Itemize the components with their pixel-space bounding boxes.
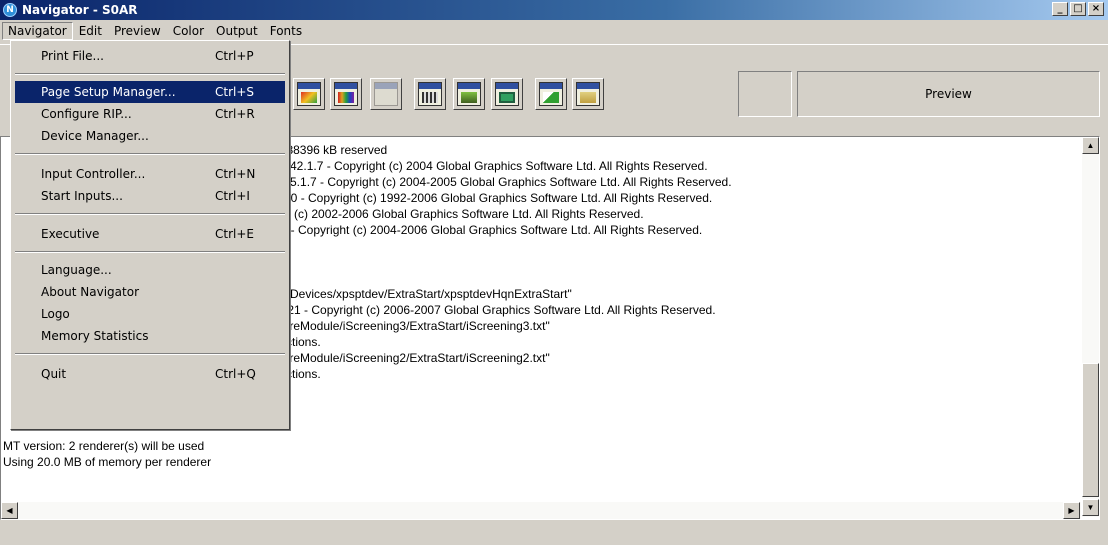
toolbar-button-7[interactable] (491, 78, 523, 110)
log-line: CoreModule/iScreening3/ExtraStart/iScree… (274, 319, 550, 333)
layers-icon (457, 82, 481, 106)
menu-item-device-manager[interactable]: Device Manager... (15, 125, 285, 147)
print-queue-icon (576, 82, 600, 106)
menu-separator (15, 213, 285, 215)
menu-item-label: Executive (41, 227, 100, 241)
log-line: 1.10 - Copyright (c) 1992-2006 Global Gr… (274, 191, 713, 205)
menu-item-label: Configure RIP... (41, 107, 132, 121)
status-box (738, 71, 792, 117)
horizontal-scrollbar[interactable]: ◀ ▶ (1, 502, 1081, 519)
menu-item-print-file[interactable]: Print File... Ctrl+P (15, 45, 285, 67)
menu-item-label: Memory Statistics (41, 329, 149, 343)
menu-item-label: Logo (41, 307, 70, 321)
log-line: 1188396 kB reserved (274, 143, 388, 157)
menu-item-executive[interactable]: Executive Ctrl+E (15, 223, 285, 245)
close-button[interactable]: × (1088, 2, 1104, 16)
toolbar-button-5[interactable] (414, 78, 446, 110)
menu-separator (15, 251, 285, 253)
menu-item-shortcut: Ctrl+R (215, 107, 255, 121)
log-line: 13 - Copyright (c) 2004-2006 Global Grap… (274, 223, 703, 237)
color-palette-icon (334, 82, 358, 106)
toolbar-button-2[interactable] (293, 78, 325, 110)
menu-separator (15, 73, 285, 75)
navigator-app-icon[interactable]: N (3, 3, 17, 17)
menu-item-label: Start Inputs... (41, 189, 123, 203)
menu-edit[interactable]: Edit (73, 22, 108, 40)
vertical-scrollbar[interactable]: ▲ ▼ (1082, 137, 1099, 517)
arrow-output-icon (539, 82, 563, 106)
log-line: ght (c) 2002-2006 Global Graphics Softwa… (274, 207, 644, 221)
log-line: Using 20.0 MB of memory per renderer (3, 455, 212, 469)
grid-icon (495, 82, 519, 106)
menu-bar: Navigator Edit Preview Color Output Font… (0, 20, 1108, 41)
menu-item-shortcut: Ctrl+Q (215, 367, 256, 381)
menu-item-input-controller[interactable]: Input Controller... Ctrl+N (15, 163, 285, 185)
log-line: PSDevices/xpsptdev/ExtraStart/xpsptdevHq… (274, 287, 572, 301)
menu-item-configure-rip[interactable]: Configure RIP... Ctrl+R (15, 103, 285, 125)
menu-item-language[interactable]: Language... (15, 259, 285, 281)
toolbar-button-4[interactable] (370, 78, 402, 110)
toolbar-button-6[interactable] (453, 78, 485, 110)
menu-item-memory-statistics[interactable]: Memory Statistics (15, 325, 285, 347)
scroll-left-arrow-icon[interactable]: ◀ (1, 502, 18, 519)
title-bar: N Navigator - S0AR _ □ × (0, 0, 1108, 20)
disabled-page-icon (374, 82, 398, 106)
menu-output[interactable]: Output (210, 22, 264, 40)
menu-item-logo[interactable]: Logo (15, 303, 285, 325)
menu-item-shortcut: Ctrl+E (215, 227, 254, 241)
film-strip-icon (418, 82, 442, 106)
log-line: v1.42.1.7 - Copyright (c) 2004 Global Gr… (274, 159, 708, 173)
scroll-up-arrow-icon[interactable]: ▲ (1082, 137, 1099, 154)
menu-item-label: Quit (41, 367, 67, 381)
color-setup-icon (297, 82, 321, 106)
toolbar-button-9[interactable] (572, 78, 604, 110)
menu-item-start-inputs[interactable]: Start Inputs... Ctrl+I (15, 185, 285, 207)
menu-fonts[interactable]: Fonts (264, 22, 308, 40)
toolbar-button-8[interactable] (535, 78, 567, 110)
menu-item-shortcut: Ctrl+P (215, 49, 254, 63)
log-line: v1.5.1.7 - Copyright (c) 2004-2005 Globa… (274, 175, 732, 189)
log-line: .1.21 - Copyright (c) 2006-2007 Global G… (274, 303, 716, 317)
menu-preview[interactable]: Preview (108, 22, 167, 40)
scroll-down-arrow-icon[interactable]: ▼ (1082, 499, 1099, 516)
menu-item-shortcut: Ctrl+I (215, 189, 250, 203)
menu-item-about-navigator[interactable]: About Navigator (15, 281, 285, 303)
menu-item-label: Print File... (41, 49, 104, 63)
menu-separator (15, 353, 285, 355)
menu-item-label: Device Manager... (41, 129, 149, 143)
maximize-button[interactable]: □ (1070, 2, 1086, 16)
caption-buttons: _ □ × (1052, 2, 1104, 16)
menu-color[interactable]: Color (167, 22, 210, 40)
preview-label: Preview (925, 87, 972, 101)
log-line: MT version: 2 renderer(s) will be used (3, 439, 205, 453)
toolbar-button-3[interactable] (330, 78, 362, 110)
menu-item-label: Input Controller... (41, 167, 146, 181)
menu-navigator[interactable]: Navigator (2, 21, 73, 40)
menu-item-label: About Navigator (41, 285, 140, 299)
menu-item-page-setup-manager[interactable]: Page Setup Manager... Ctrl+S (15, 81, 285, 103)
minimize-button[interactable]: _ (1052, 2, 1068, 16)
window-title: Navigator - S0AR (22, 3, 138, 17)
menu-item-label: Page Setup Manager... (41, 85, 176, 99)
menu-item-shortcut: Ctrl+S (215, 85, 255, 99)
preview-box: Preview (797, 71, 1100, 117)
scroll-right-arrow-icon[interactable]: ▶ (1063, 502, 1080, 519)
vertical-scroll-thumb[interactable] (1082, 363, 1099, 497)
log-line: CoreModule/iScreening2/ExtraStart/iScree… (274, 351, 550, 365)
menu-item-label: Language... (41, 263, 112, 277)
menu-separator (15, 153, 285, 155)
navigator-menu-dropdown: Print File... Ctrl+P Page Setup Manager.… (10, 40, 290, 430)
menu-item-shortcut: Ctrl+N (215, 167, 256, 181)
menu-item-quit[interactable]: Quit Ctrl+Q (15, 363, 285, 385)
